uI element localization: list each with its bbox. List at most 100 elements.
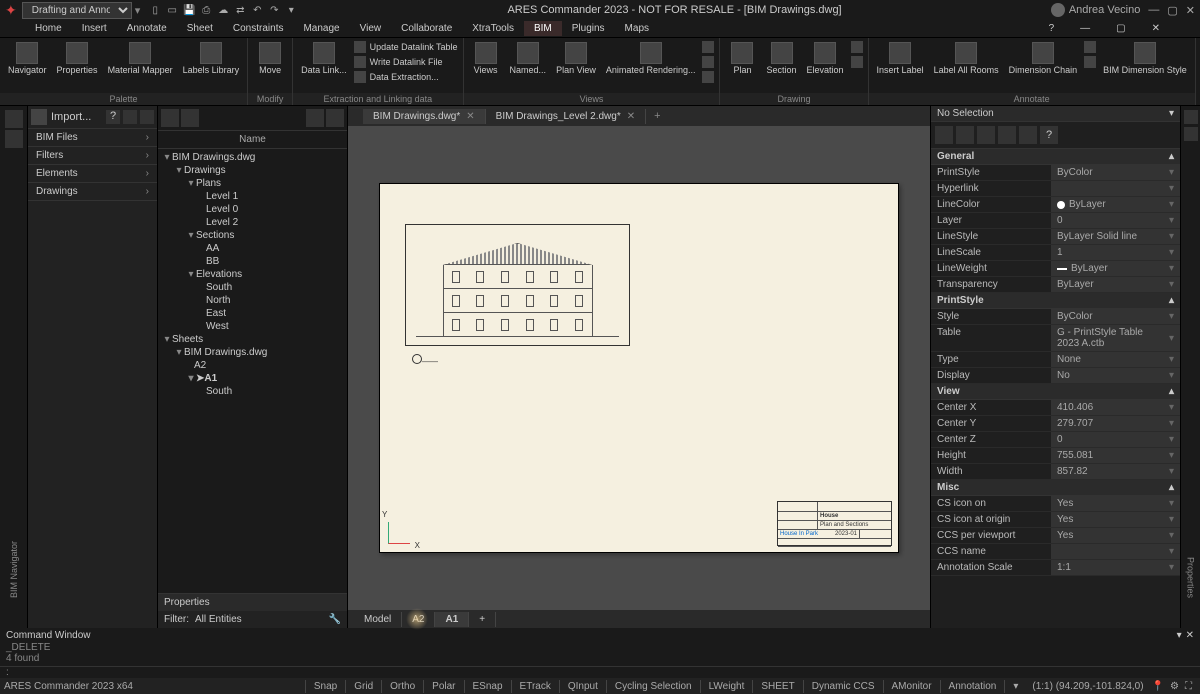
drawing-small-2[interactable] bbox=[850, 55, 864, 69]
right-rail-pin-icon[interactable] bbox=[1184, 127, 1198, 141]
write-datalink-button[interactable]: Write Datalink File bbox=[353, 55, 459, 69]
tree-elevations[interactable]: ▾Elevations bbox=[158, 268, 347, 281]
status-esnap[interactable]: ESnap bbox=[464, 680, 511, 693]
filter-value[interactable]: All Entities bbox=[195, 614, 242, 625]
drawing-small-1[interactable] bbox=[850, 40, 864, 54]
status-polar[interactable]: Polar bbox=[423, 680, 463, 693]
menu-annotate[interactable]: Annotate bbox=[117, 21, 177, 36]
menu-bim[interactable]: BIM bbox=[524, 21, 562, 36]
nav-more-icon[interactable] bbox=[140, 110, 154, 124]
bim-dim-style-button[interactable]: BIM Dimension Style bbox=[1099, 40, 1191, 78]
prop-section-misc[interactable]: Misc▴ bbox=[931, 480, 1180, 496]
maximize-icon[interactable]: ▢ bbox=[1167, 4, 1177, 17]
tree-drawings[interactable]: ▾Drawings bbox=[158, 164, 347, 177]
tree-sections[interactable]: ▾Sections bbox=[158, 229, 347, 242]
prop-row[interactable]: CS icon onYes▾ bbox=[931, 496, 1180, 512]
cmd-close-icon[interactable]: ✕ bbox=[1186, 630, 1194, 641]
prop-tool-help[interactable]: ? bbox=[1040, 126, 1058, 144]
prop-row[interactable]: LineStyleByLayer Solid line▾ bbox=[931, 229, 1180, 245]
qat-more-icon[interactable]: ▾ bbox=[284, 3, 298, 17]
prop-row[interactable]: Width857.82▾ bbox=[931, 464, 1180, 480]
tree-plans[interactable]: ▾Plans bbox=[158, 177, 347, 190]
status-grid[interactable]: Grid bbox=[345, 680, 381, 693]
status-ortho[interactable]: Ortho bbox=[381, 680, 423, 693]
material-mapper-button[interactable]: Material Mapper bbox=[104, 40, 177, 78]
dimension-chain-button[interactable]: Dimension Chain bbox=[1005, 40, 1082, 78]
help-icon[interactable]: ? bbox=[1039, 21, 1065, 36]
prop-row[interactable]: Height755.081▾ bbox=[931, 448, 1180, 464]
menu-maps[interactable]: Maps bbox=[615, 21, 659, 36]
rail-icon-1[interactable] bbox=[5, 110, 23, 128]
prop-tool-4[interactable] bbox=[998, 126, 1016, 144]
status-qinput[interactable]: QInput bbox=[559, 680, 606, 693]
right-rail-close-icon[interactable] bbox=[1184, 110, 1198, 124]
tree-level1[interactable]: Level 1 bbox=[158, 190, 347, 203]
prop-row[interactable]: Hyperlink▾ bbox=[931, 181, 1180, 197]
qat-print-icon[interactable]: ⎙ bbox=[199, 3, 213, 17]
annot-small-2[interactable] bbox=[1083, 55, 1097, 69]
menu-insert[interactable]: Insert bbox=[72, 21, 117, 36]
prop-row[interactable]: LineScale1▾ bbox=[931, 245, 1180, 261]
qat-link-icon[interactable]: ⇄ bbox=[233, 3, 247, 17]
section-button[interactable]: Section bbox=[762, 40, 800, 78]
layout-tab-model[interactable]: Model bbox=[354, 612, 402, 627]
datalink-button[interactable]: Data Link... bbox=[297, 40, 351, 78]
selection-dropdown-icon[interactable]: ▾ bbox=[1169, 108, 1174, 119]
qat-cloud-icon[interactable]: ☁ bbox=[216, 3, 230, 17]
tree-tool-2[interactable] bbox=[181, 109, 199, 127]
labels-library-button[interactable]: Labels Library bbox=[179, 40, 244, 78]
layout-tab-a2[interactable]: A2 bbox=[402, 612, 435, 627]
tree-a1-south[interactable]: South bbox=[158, 385, 347, 398]
menu-manage[interactable]: Manage bbox=[293, 21, 349, 36]
tree-a2[interactable]: A2 bbox=[158, 359, 347, 372]
doc-tab-0[interactable]: BIM Drawings.dwg*✕ bbox=[363, 109, 486, 124]
view-small-2[interactable] bbox=[701, 55, 715, 69]
cmd-input[interactable]: : bbox=[0, 666, 1200, 678]
prop-row[interactable]: Annotation Scale1:1▾ bbox=[931, 560, 1180, 576]
menu-max-icon[interactable]: ▢ bbox=[1106, 21, 1135, 36]
import-button[interactable]: Import... bbox=[51, 111, 91, 123]
status-snap[interactable]: Snap bbox=[305, 680, 345, 693]
prop-row[interactable]: CCS per viewportYes▾ bbox=[931, 528, 1180, 544]
qat-save-icon[interactable]: 💾 bbox=[182, 3, 196, 17]
tree-level0[interactable]: Level 0 bbox=[158, 203, 347, 216]
view-small-1[interactable] bbox=[701, 40, 715, 54]
animated-rendering-button[interactable]: Animated Rendering... bbox=[602, 40, 700, 78]
properties-button[interactable]: Properties bbox=[53, 40, 102, 78]
tree-root[interactable]: ▾BIM Drawings.dwg bbox=[158, 151, 347, 164]
qat-redo-icon[interactable]: ↷ bbox=[267, 3, 281, 17]
data-extraction-button[interactable]: Data Extraction... bbox=[353, 70, 459, 84]
update-datalink-button[interactable]: Update Datalink Table bbox=[353, 40, 459, 54]
user-badge[interactable]: Andrea Vecino bbox=[1051, 3, 1141, 17]
rail-icon-2[interactable] bbox=[5, 130, 23, 148]
status-icon-3[interactable]: ⛶ bbox=[1185, 681, 1192, 692]
tab-close-icon[interactable]: ✕ bbox=[627, 111, 635, 122]
status-dynamic-ccs[interactable]: Dynamic CCS bbox=[803, 680, 883, 693]
tree-level2[interactable]: Level 2 bbox=[158, 216, 347, 229]
prop-tool-5[interactable] bbox=[1019, 126, 1037, 144]
label-all-rooms-button[interactable]: Label All Rooms bbox=[930, 40, 1003, 78]
status-sheet[interactable]: SHEET bbox=[752, 680, 802, 693]
status-icon-2[interactable]: ⚙ bbox=[1170, 681, 1179, 692]
annot-small-1[interactable] bbox=[1083, 40, 1097, 54]
navigator-button[interactable]: Navigator bbox=[4, 40, 51, 78]
tree-sheets-file[interactable]: ▾BIM Drawings.dwg bbox=[158, 346, 347, 359]
named-button[interactable]: Named... bbox=[506, 40, 551, 78]
menu-home[interactable]: Home bbox=[25, 21, 72, 36]
prop-row[interactable]: Center Z0▾ bbox=[931, 432, 1180, 448]
prop-row[interactable]: Layer0▾ bbox=[931, 213, 1180, 229]
status-icon-1[interactable]: 📍 bbox=[1152, 681, 1164, 692]
qat-undo-icon[interactable]: ↶ bbox=[250, 3, 264, 17]
viewport-frame[interactable] bbox=[405, 224, 630, 346]
viewport[interactable]: —— Y X House Plan and Sections House In … bbox=[348, 126, 930, 610]
prop-row[interactable]: CS icon at originYes▾ bbox=[931, 512, 1180, 528]
prop-row[interactable]: TableG - PrintStyle Table 2023 A.ctb▾ bbox=[931, 325, 1180, 352]
prop-tool-1[interactable] bbox=[935, 126, 953, 144]
status-lweight[interactable]: LWeight bbox=[700, 680, 753, 693]
tree-a1[interactable]: ▾➤ A1 bbox=[158, 372, 347, 385]
menu-close-icon[interactable]: ✕ bbox=[1142, 21, 1170, 36]
tree-tool-4[interactable] bbox=[326, 109, 344, 127]
prop-row[interactable]: TypeNone▾ bbox=[931, 352, 1180, 368]
menu-plugins[interactable]: Plugins bbox=[562, 21, 615, 36]
doc-tab-1[interactable]: BIM Drawings_Level 2.dwg*✕ bbox=[486, 109, 646, 124]
